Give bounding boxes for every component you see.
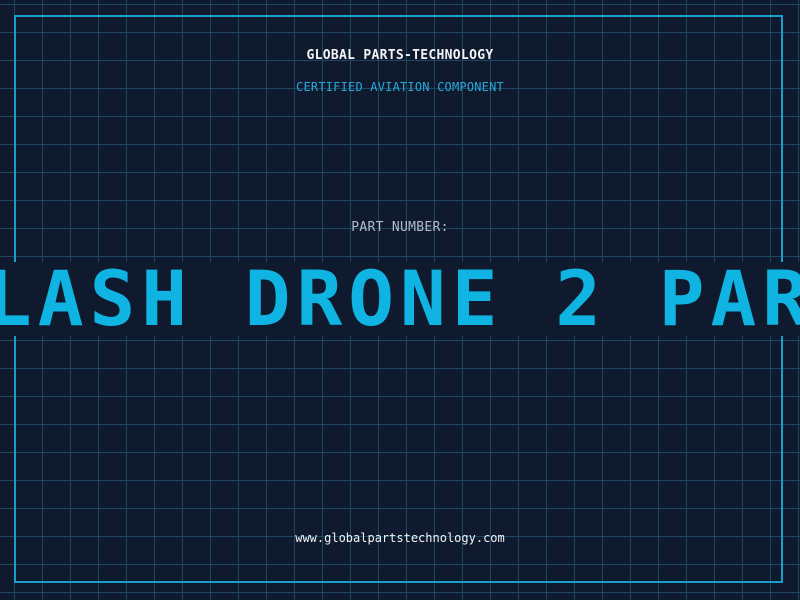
parts-card: GLOBAL PARTS-TECHNOLOGY CERTIFIED AVIATI… xyxy=(0,0,800,600)
certification-subtitle: CERTIFIED AVIATION COMPONENT xyxy=(296,80,504,94)
part-number-label: PART NUMBER: xyxy=(351,220,449,235)
part-number-value: SPLASH DRONE 2 PARTS xyxy=(0,262,800,336)
company-name: GLOBAL PARTS-TECHNOLOGY xyxy=(306,48,494,63)
part-number-banner: SPLASH DRONE 2 PARTS xyxy=(0,262,800,336)
website-url[interactable]: www.globalpartstechnology.com xyxy=(0,531,800,545)
